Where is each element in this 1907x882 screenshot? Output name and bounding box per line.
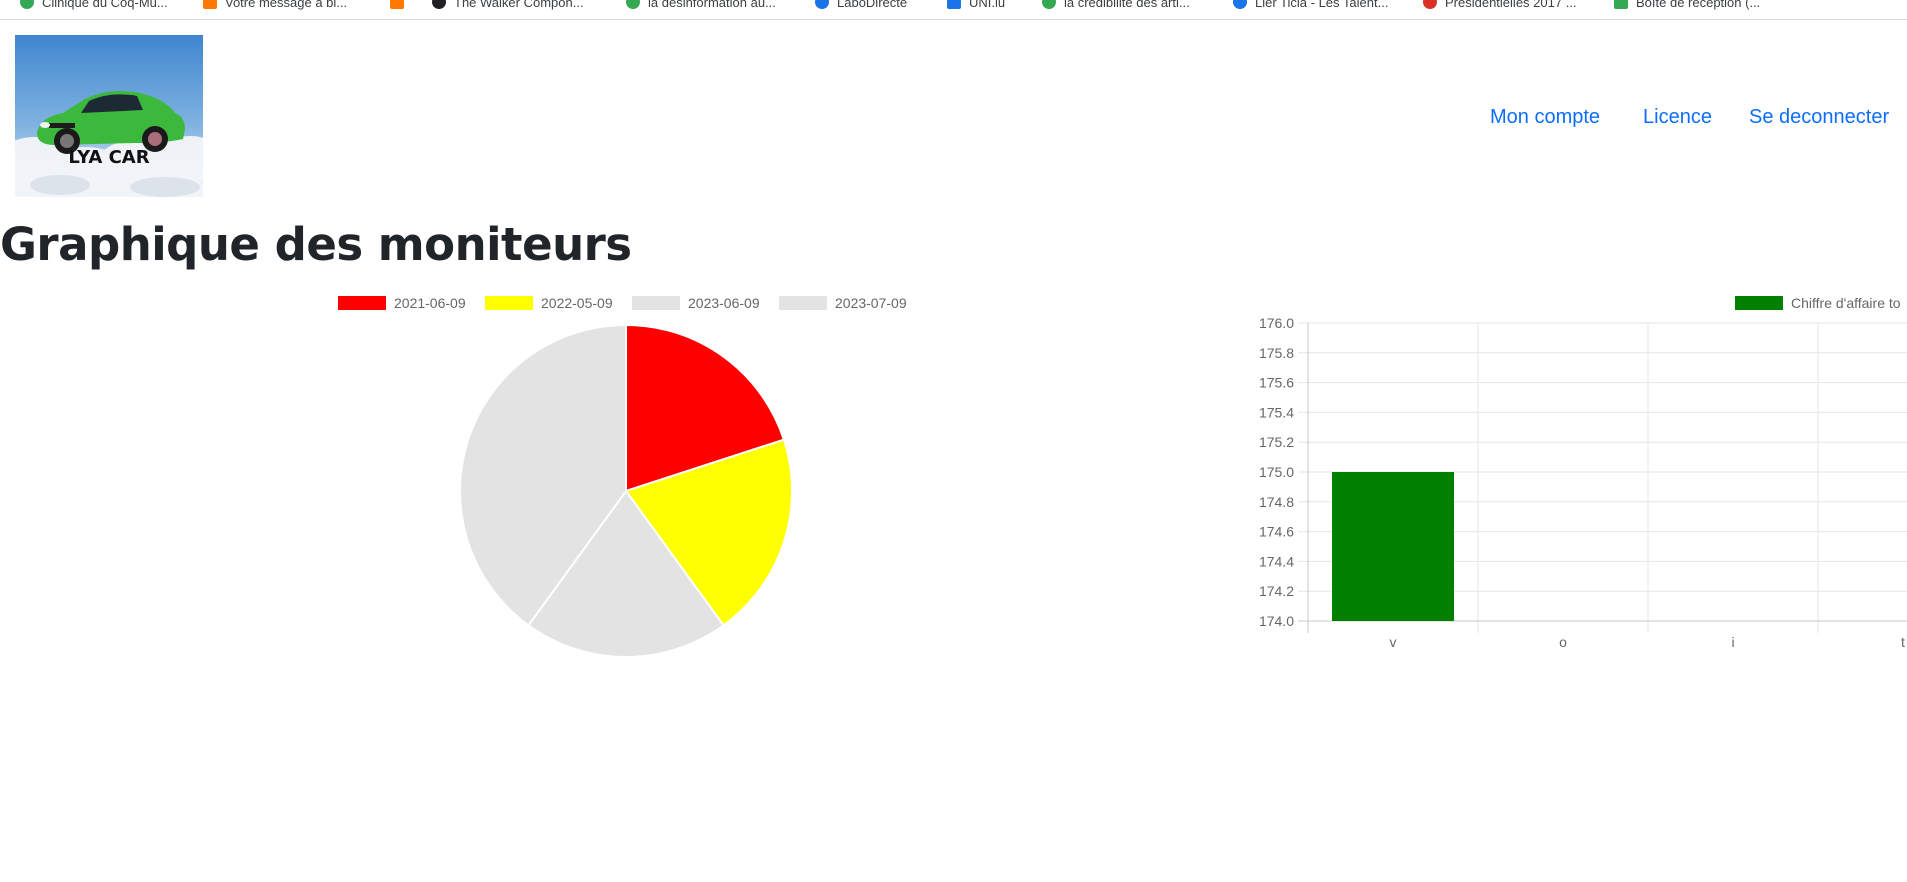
charts-canvas: 2021-06-09 2022-05-09 2023-06-09 2023-07-09… [338, 295, 1907, 658]
bar-legend-swatch[interactable] [1735, 296, 1783, 310]
y-tick-label: 175.6 [1259, 375, 1294, 391]
y-tick-label: 175.4 [1259, 404, 1294, 420]
y-tick-label: 174.0 [1259, 613, 1294, 629]
pie-legend-label: 2023-06-09 [688, 295, 760, 311]
y-tick-label: 175.8 [1259, 345, 1294, 361]
x-tick-label: v [1390, 634, 1397, 650]
pie-legend-label: 2021-06-09 [394, 295, 466, 311]
y-tick-label: 176.0 [1259, 315, 1294, 331]
y-tick-label: 174.6 [1259, 524, 1294, 540]
x-tick-label: t [1901, 634, 1905, 650]
bar[interactable] [1332, 472, 1454, 621]
pie-legend-swatch[interactable] [485, 296, 533, 310]
y-tick-label: 174.2 [1259, 583, 1294, 599]
pie-legend-swatch[interactable] [779, 296, 827, 310]
y-tick-label: 174.4 [1259, 553, 1294, 569]
y-tick-label: 175.0 [1259, 464, 1294, 480]
x-tick-label: i [1731, 634, 1734, 650]
x-tick-label: o [1559, 634, 1567, 650]
pie-legend-label: 2023-07-09 [835, 295, 907, 311]
pie-legend-swatch[interactable] [338, 296, 386, 310]
pie-legend-label: 2022-05-09 [541, 295, 613, 311]
y-tick-label: 175.2 [1259, 434, 1294, 450]
pie-legend-swatch[interactable] [632, 296, 680, 310]
bar-legend-label: Chiffre d'affaire to [1791, 295, 1901, 311]
y-tick-label: 174.8 [1259, 494, 1294, 510]
